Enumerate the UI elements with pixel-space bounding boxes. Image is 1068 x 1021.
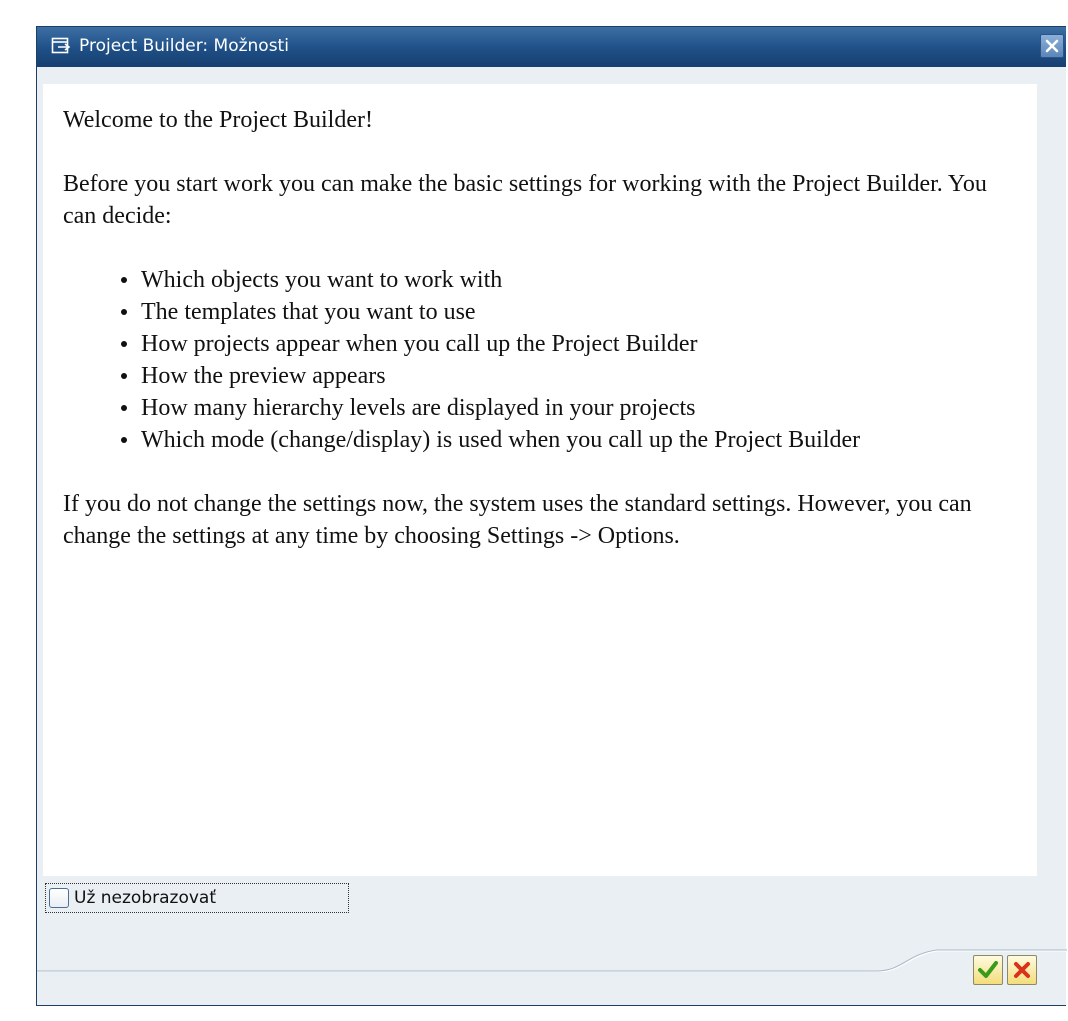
welcome-text: Welcome to the Project Builder! — [63, 107, 373, 133]
title-bar[interactable]: Project Builder: Možnosti — [37, 27, 1066, 67]
cancel-x-icon — [1014, 962, 1030, 978]
list-item: How many hierarchy levels are displayed … — [121, 392, 1023, 424]
window-title: Project Builder: Možnosti — [79, 36, 289, 56]
info-text-area: Welcome to the Project Builder! Before y… — [43, 84, 1037, 876]
close-button[interactable] — [1040, 34, 1064, 58]
checkbox-label: Už nezobrazovať — [74, 888, 216, 908]
cancel-button[interactable] — [1007, 955, 1037, 985]
list-item: Which objects you want to work with — [121, 264, 1023, 296]
checkmark-icon — [978, 961, 998, 978]
footer-separator — [37, 949, 1067, 972]
close-icon — [1045, 39, 1059, 53]
list-item: How the preview appears — [121, 360, 1023, 392]
checkbox-box[interactable] — [49, 888, 69, 908]
closing-paragraph: If you do not change the settings now, t… — [63, 491, 972, 549]
list-item: How projects appear when you call up the… — [121, 328, 1023, 360]
list-item: The templates that you want to use — [121, 296, 1023, 328]
dialog-window: Project Builder: Možnosti Welcome to the… — [36, 26, 1067, 1006]
confirm-button[interactable] — [973, 955, 1003, 985]
dont-show-again-checkbox[interactable]: Už nezobrazovať — [45, 883, 349, 913]
options-list: Which objects you want to work with The … — [63, 264, 1023, 456]
dialog-icon — [51, 36, 71, 56]
list-item: Which mode (change/display) is used when… — [121, 424, 1023, 456]
intro-paragraph: Before you start work you can make the b… — [63, 171, 987, 229]
